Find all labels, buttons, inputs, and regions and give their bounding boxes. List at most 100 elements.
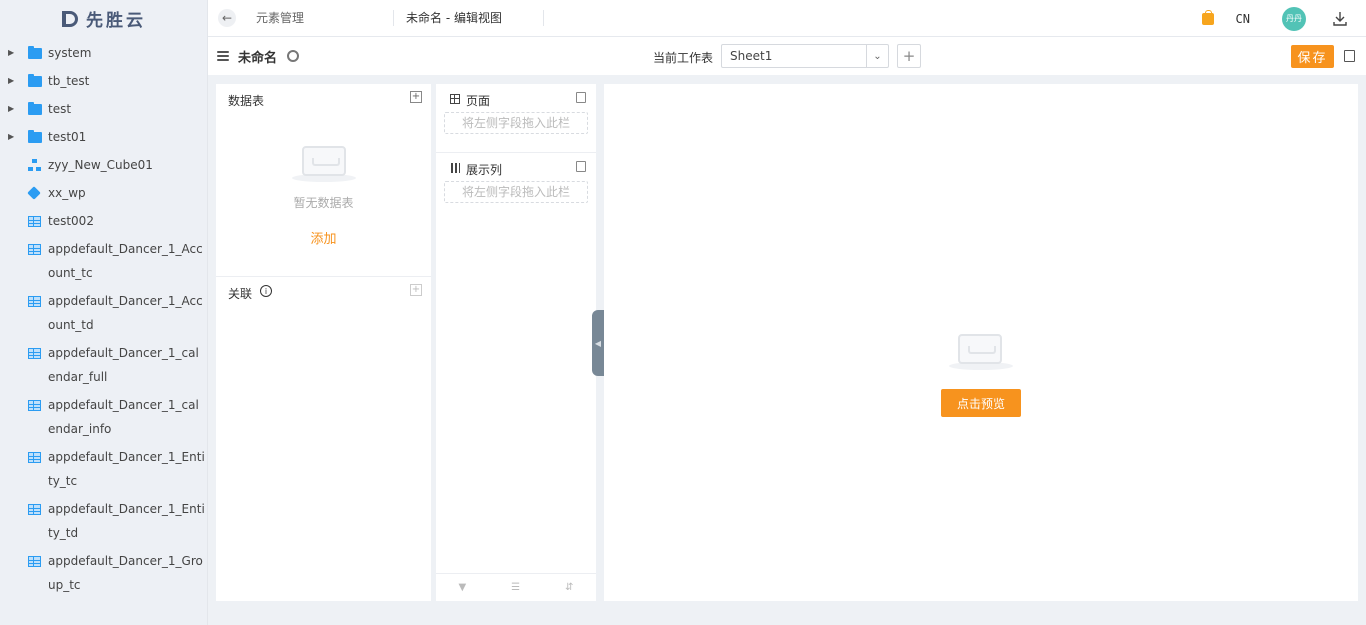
sidebar-item[interactable]: ▶xx_wp <box>0 179 207 207</box>
add-relation-icon[interactable]: + <box>410 284 422 296</box>
data-table-title: 数据表 <box>228 94 265 108</box>
page-grid-icon <box>450 94 460 104</box>
sidebar-item[interactable]: ▶ test01 <box>0 123 207 151</box>
page-settings-icon[interactable] <box>576 92 586 103</box>
sidebar-item-label: appdefault_Dancer_1_Account_td <box>48 294 203 332</box>
preview-button[interactable]: 点击预览 <box>941 389 1021 417</box>
table-icon <box>28 235 42 263</box>
table-icon <box>28 495 42 523</box>
view-name[interactable]: 未命名 <box>238 47 277 66</box>
table-icon <box>28 207 42 235</box>
caret-right-icon[interactable]: ▶ <box>8 39 20 67</box>
info-icon[interactable]: i <box>260 285 272 297</box>
sidebar-item[interactable]: ▶appdefault_Dancer_1_Account_tc <box>0 235 207 287</box>
resource-tree: ▶ system ▶ tb_test ▶ test ▶ test01 ▶zyy_New_Cube… <box>0 37 207 599</box>
worksheet-value: Sheet1 <box>730 49 773 63</box>
fields-panel: 页面 将左侧字段拖入此栏 展示列 将左侧字段拖入此栏 ▼ ☰ ⇵ <box>436 84 596 601</box>
sidebar-item-label: xx_wp <box>48 186 86 200</box>
columns-drop-zone[interactable]: 将左侧字段拖入此栏 <box>444 181 588 203</box>
top-bar: ← 元素管理 未命名 - 编辑视图 CN 丹丹 <box>208 0 1366 37</box>
sidebar-item[interactable]: ▶appdefault_Dancer_1_Account_td <box>0 287 207 339</box>
avatar[interactable]: 丹丹 <box>1282 6 1306 31</box>
page-drop-zone[interactable]: 将左侧字段拖入此栏 <box>444 112 588 134</box>
logo-text: 先胜云 <box>86 11 146 31</box>
sidebar-item[interactable]: ▶zyy_New_Cube01 <box>0 151 207 179</box>
gear-icon[interactable] <box>287 50 300 62</box>
sidebar-item[interactable]: ▶ test <box>0 95 207 123</box>
sidebar-item[interactable]: ▶test002 <box>0 207 207 235</box>
breadcrumb-parent[interactable]: 元素管理 <box>256 10 394 26</box>
table-icon <box>28 443 42 471</box>
sidebar-item[interactable]: ▶ tb_test <box>0 67 207 95</box>
sidebar: 先胜云 ▶ system ▶ tb_test ▶ test ▶ test01 ▶zyy_New_… <box>0 0 208 625</box>
sidebar-item-label: system <box>48 46 92 60</box>
sort-icon[interactable]: ⇵ <box>565 582 573 593</box>
chevron-left-icon: ◀ <box>594 338 602 348</box>
divider <box>436 152 596 153</box>
page-section-title: 页面 <box>466 94 491 108</box>
sidebar-item[interactable]: ▶ system <box>0 39 207 67</box>
back-button[interactable]: ← <box>218 9 236 27</box>
sidebar-item-label: zyy_New_Cube01 <box>48 158 153 172</box>
columns-icon <box>451 163 460 173</box>
data-table-panel: 数据表 + 暂无数据表 添加 关联 i + <box>216 84 431 601</box>
sidebar-item-label: appdefault_Dancer_1_Group_tc <box>48 554 203 592</box>
caret-right-icon[interactable]: ▶ <box>8 67 20 95</box>
sidebar-item[interactable]: ▶appdefault_Dancer_1_Entity_td <box>0 495 207 547</box>
cube-icon <box>27 179 42 207</box>
collapse-handle[interactable]: ◀ <box>592 310 604 376</box>
logo[interactable]: 先胜云 <box>0 0 207 37</box>
save-as-icon[interactable] <box>1344 50 1355 62</box>
arrow-left-icon: ← <box>221 11 233 25</box>
sidebar-item[interactable]: ▶appdefault_Dancer_1_calendar_info <box>0 391 207 443</box>
chevron-down-icon[interactable]: ⌄ <box>866 45 888 67</box>
hierarchy-icon <box>28 151 42 179</box>
add-worksheet-button[interactable]: + <box>897 44 921 68</box>
folder-icon <box>28 39 42 67</box>
logo-mark-icon <box>62 10 78 27</box>
caret-right-icon[interactable]: ▶ <box>8 95 20 123</box>
relation-title: 关联 <box>228 287 253 301</box>
worksheet-select[interactable]: Sheet1 ⌄ <box>721 44 889 68</box>
layers-icon <box>217 51 229 61</box>
download-icon[interactable] <box>1332 11 1348 27</box>
columns-section-title: 展示列 <box>466 163 503 177</box>
save-button[interactable]: 保存 <box>1291 45 1334 68</box>
columns-settings-icon[interactable] <box>576 161 586 172</box>
folder-icon <box>28 67 42 95</box>
sidebar-item-label: test01 <box>48 130 87 144</box>
table-icon <box>28 339 42 367</box>
view-toolbar: 未命名 当前工作表 Sheet1 ⌄ + 保存 <box>208 37 1366 75</box>
sidebar-item[interactable]: ▶appdefault_Dancer_1_Entity_tc <box>0 443 207 495</box>
language-switch[interactable]: CN <box>1236 12 1250 26</box>
folder-icon <box>28 95 42 123</box>
list-icon[interactable]: ☰ <box>511 582 520 593</box>
table-icon <box>28 391 42 419</box>
empty-inbox-icon <box>302 146 346 176</box>
add-table-link[interactable]: 添加 <box>216 228 431 247</box>
filter-icon[interactable]: ▼ <box>458 582 466 593</box>
sidebar-item-label: appdefault_Dancer_1_Entity_td <box>48 502 205 540</box>
worksheet-label: 当前工作表 <box>653 51 714 65</box>
empty-state-text: 暂无数据表 <box>293 196 354 210</box>
top-right-actions: CN 丹丹 <box>1201 0 1366 37</box>
sidebar-item-label: appdefault_Dancer_1_calendar_full <box>48 346 199 384</box>
sidebar-item-label: test002 <box>48 214 94 228</box>
sidebar-item[interactable]: ▶appdefault_Dancer_1_calendar_full <box>0 339 207 391</box>
sidebar-item-label: tb_test <box>48 74 90 88</box>
preview-panel: 点击预览 <box>604 84 1358 601</box>
empty-inbox-icon <box>958 334 1002 364</box>
caret-right-icon[interactable]: ▶ <box>8 123 20 151</box>
folder-icon <box>28 123 42 151</box>
breadcrumb-current: 未命名 - 编辑视图 <box>406 10 544 26</box>
shopping-bag-icon[interactable] <box>1201 9 1214 25</box>
add-table-icon[interactable]: + <box>410 91 422 103</box>
divider <box>216 276 431 277</box>
sidebar-item-label: test <box>48 102 72 116</box>
sidebar-item-label: appdefault_Dancer_1_calendar_info <box>48 398 199 436</box>
table-icon <box>28 547 42 575</box>
sidebar-item-label: appdefault_Dancer_1_Account_tc <box>48 242 203 280</box>
table-icon <box>28 287 42 315</box>
sidebar-item[interactable]: ▶appdefault_Dancer_1_Group_tc <box>0 547 207 599</box>
fields-footer: ▼ ☰ ⇵ <box>436 573 596 601</box>
